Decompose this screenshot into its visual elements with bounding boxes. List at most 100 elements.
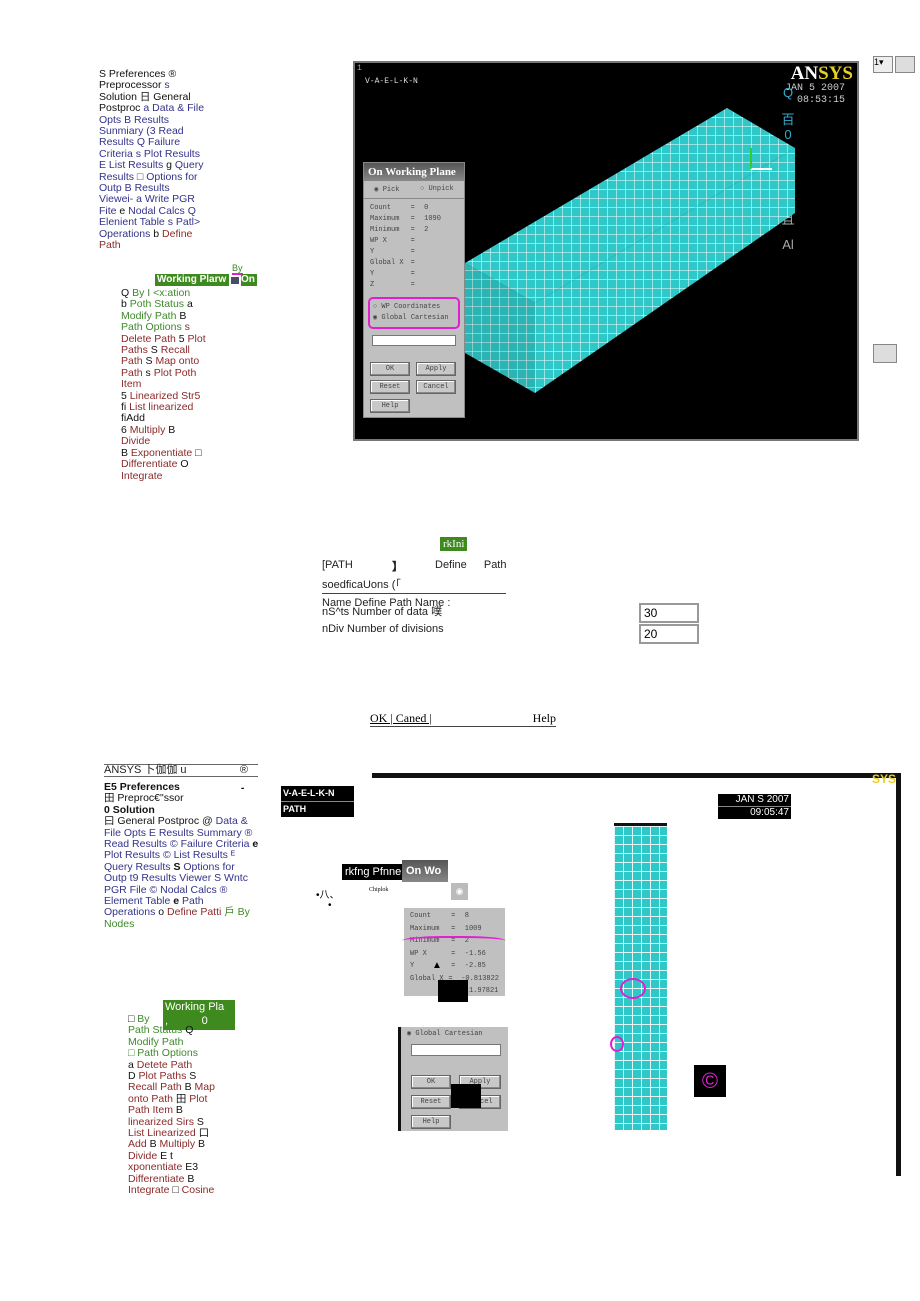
info-row: Y = -2.85 bbox=[410, 960, 499, 973]
menu-item-label: B bbox=[168, 423, 176, 436]
menu-item-label: s bbox=[184, 321, 190, 334]
menu-item-label: S bbox=[145, 355, 153, 368]
menu-item-label: b bbox=[121, 298, 130, 311]
bottom-menu-header: ANSYS 卜伽伽 u ® bbox=[104, 764, 258, 778]
pick-dialog-2-lower[interactable]: ◉ Global Cartesian OK Apply Reset Cancel… bbox=[398, 1027, 508, 1131]
ok-button[interactable]: OK bbox=[370, 362, 410, 376]
menu-item-label: linearized Sirs bbox=[128, 1115, 197, 1128]
menu-item[interactable]: Integrate □ Cosine bbox=[128, 1184, 258, 1197]
dialog-title-bracket: 】 bbox=[392, 561, 403, 573]
menu-item-label: Multiply bbox=[159, 1138, 199, 1151]
path-operations-submenu[interactable]: Q By I <x:ation b Poth Status a Modify Pat… bbox=[121, 287, 271, 482]
main-menu-tree-2[interactable]: E5 Preferences 田 Preproc€"ssor 0 Solution 曰… bbox=[104, 781, 264, 930]
dialog-title-left: [PATH bbox=[322, 559, 353, 571]
menu-item-label: Add bbox=[128, 1138, 150, 1151]
info-cell bbox=[424, 280, 458, 291]
window-options-icon[interactable] bbox=[895, 56, 915, 73]
info-cell bbox=[424, 258, 458, 269]
redaction-block bbox=[438, 980, 468, 1002]
menu-item-label: Define Patti bbox=[167, 906, 225, 919]
info-row: WP X = bbox=[370, 236, 458, 247]
menu-item-label: Plot Paths bbox=[138, 1070, 190, 1083]
menu-item-label: Read Results © Failure Criteria bbox=[104, 838, 253, 851]
menu-item-label: B bbox=[121, 446, 131, 459]
info-cell bbox=[424, 269, 458, 280]
info-cell: WP X bbox=[410, 949, 427, 958]
info-row: WP X = -1.56 bbox=[410, 948, 499, 961]
coordinate-options: ○ WP Coordinates ◉ Global Cartesian bbox=[368, 297, 460, 329]
info-cell: 8 bbox=[464, 912, 469, 920]
menu-item-label: Q bbox=[121, 287, 133, 299]
menu-item-label: Cosine bbox=[181, 1184, 215, 1197]
menu-item-label: E3 bbox=[185, 1161, 199, 1174]
path-operations-submenu-2[interactable]: □ By Path Status Q Modify Path □ Path Optio… bbox=[128, 1013, 258, 1197]
menu-item-label: Operations bbox=[99, 227, 154, 240]
menu-item-label: Delete Path bbox=[121, 332, 179, 345]
info-cell: 1009 bbox=[464, 924, 482, 933]
info-cell: Global X bbox=[370, 259, 404, 267]
menu-item-label: E t bbox=[160, 1149, 173, 1162]
menu-item-label: Linearized Str5 bbox=[129, 389, 201, 402]
menu-item-label: Divide bbox=[128, 1149, 161, 1162]
pick-radio[interactable]: ◉ Pick bbox=[374, 185, 399, 194]
working-plane-button[interactable]: Working Plarw bbox=[155, 274, 229, 286]
menu-item-label: Path Status bbox=[128, 1024, 186, 1037]
menu-item-label: S Preferences ® bbox=[99, 68, 177, 80]
menu-item-label: Modify Path bbox=[128, 1035, 184, 1048]
menu-item[interactable]: Path bbox=[99, 239, 259, 251]
menu-item-label: Sunmiary (3 Read bbox=[99, 125, 184, 138]
ndiv-input[interactable]: 20 bbox=[639, 624, 699, 644]
menu-item-label: Plot Results © List Results ᴱ bbox=[104, 849, 236, 862]
ok-button-2[interactable]: OK bbox=[411, 1075, 451, 1089]
main-menu-tree[interactable]: S Preferences ® Preprocessor s Solution 日 … bbox=[99, 68, 259, 252]
unpick-radio[interactable]: ○ Unpick bbox=[420, 185, 454, 194]
info-cell bbox=[424, 236, 458, 247]
info-cell: Y bbox=[370, 270, 375, 278]
help-button[interactable]: Help bbox=[370, 399, 410, 413]
global-cartesian-radio-2[interactable]: ◉ Global Cartesian bbox=[401, 1027, 508, 1040]
menu-item[interactable]: Nodes bbox=[104, 918, 264, 930]
info-row: Maximum = 1009 bbox=[410, 923, 499, 936]
menu-item-label: Item bbox=[121, 378, 142, 391]
picker-title-2: On Wo bbox=[402, 860, 448, 882]
ok-cancel-buttons[interactable]: OK | Caned | bbox=[370, 711, 432, 725]
info-cell: 1090 bbox=[424, 215, 441, 223]
pick-dialog[interactable]: On Working Plane ◉ Pick ○ Unpick Count = 0… bbox=[363, 162, 465, 418]
window-select[interactable]: 1▾ bbox=[873, 56, 893, 73]
info-cell: = bbox=[410, 281, 415, 289]
pick-input-2[interactable] bbox=[411, 1044, 501, 1056]
help-button-2[interactable]: Help bbox=[411, 1115, 451, 1129]
info-cell: Count bbox=[370, 204, 392, 212]
pick-radio-2[interactable]: ◉ bbox=[451, 883, 468, 900]
on-button[interactable]: On bbox=[241, 274, 257, 286]
menu-item[interactable]: Path s Plot Poth bbox=[121, 367, 271, 379]
info-cell: = bbox=[451, 949, 456, 958]
info-row: Count = 0 bbox=[370, 203, 458, 214]
menu-item-label: Viewei- a Write PGR bbox=[99, 193, 195, 206]
menu-item-label: Query Results bbox=[104, 860, 174, 873]
menu-item[interactable]: Operations b Define bbox=[99, 227, 259, 240]
menu-item[interactable]: Integrate bbox=[121, 470, 271, 482]
pick-input[interactable] bbox=[372, 335, 456, 346]
reset-button[interactable]: Reset bbox=[370, 380, 410, 394]
menu-item-label: File Opts E Results Summary ® bbox=[104, 826, 253, 839]
help-link[interactable]: Help bbox=[533, 711, 556, 726]
cancel-button[interactable]: Cancel bbox=[416, 380, 456, 394]
dialog-footer: OK | Caned | Help bbox=[370, 711, 556, 727]
grid-icon bbox=[231, 277, 239, 284]
menu-item-label: D bbox=[128, 1070, 139, 1083]
wp-coordinates-radio[interactable]: ○ WP Coordinates bbox=[373, 302, 455, 313]
menu-item-label: fi bbox=[121, 401, 130, 414]
apply-button[interactable]: Apply bbox=[416, 362, 456, 376]
global-cartesian-radio[interactable]: ◉ Global Cartesian bbox=[373, 313, 455, 324]
pan-zoom-icon[interactable] bbox=[873, 344, 897, 363]
npts-input[interactable]: 30 bbox=[639, 603, 699, 623]
plot-label-2: V-A-E-L-K-N PATH bbox=[281, 786, 354, 817]
menu-item-label: Path bbox=[179, 895, 204, 908]
menu-item-label: PGR File © Nodal Calcs ® bbox=[104, 883, 228, 896]
menu-item-label: S bbox=[189, 1070, 197, 1083]
info-cell: 0 bbox=[424, 204, 429, 212]
menu-item-label: By bbox=[137, 1013, 150, 1025]
menu-item-label: List Linearized bbox=[128, 1127, 199, 1140]
reset-button-2[interactable]: Reset bbox=[411, 1095, 451, 1109]
